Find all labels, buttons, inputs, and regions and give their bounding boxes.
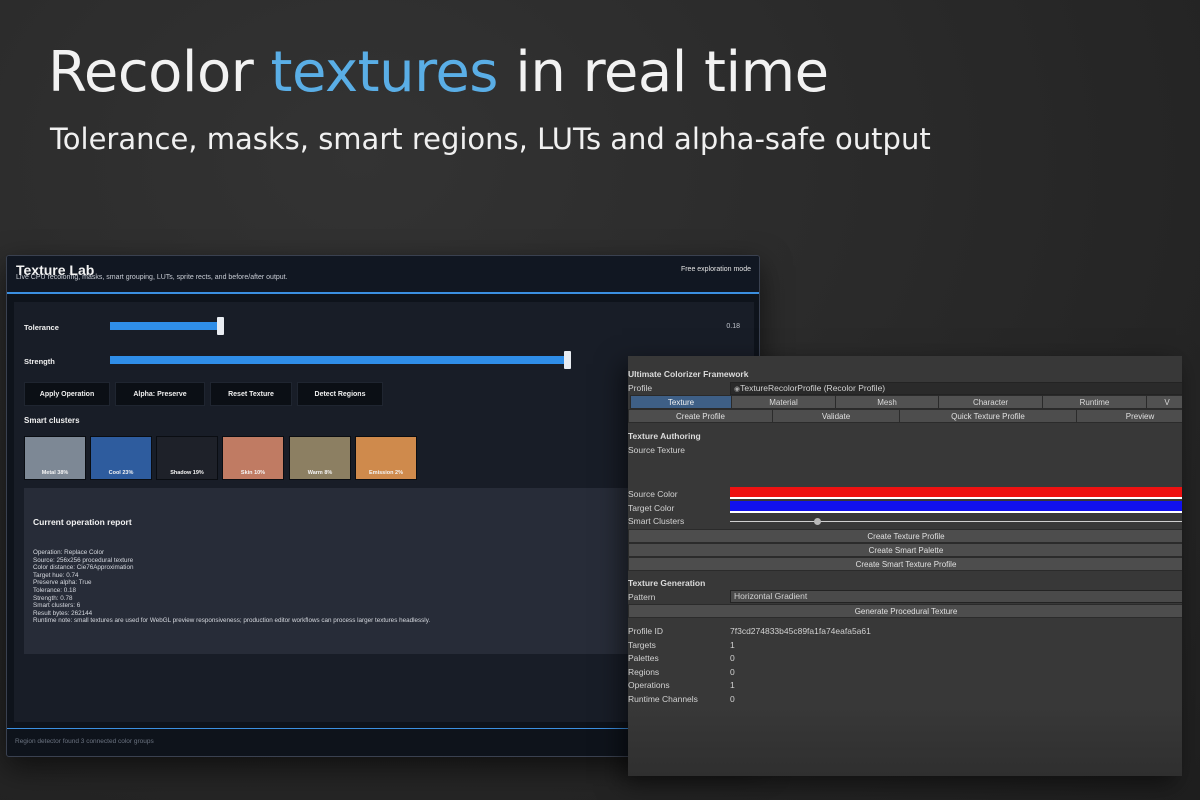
preview-button[interactable]: Preview (1076, 409, 1182, 423)
tab-mesh[interactable]: Mesh (835, 395, 939, 409)
hero-title-start: Recolor (48, 40, 271, 105)
runtime-channels-value: 0 (730, 694, 735, 704)
cluster-label: Cool 23% (108, 470, 134, 476)
create-texture-profile-button[interactable]: Create Texture Profile (628, 529, 1182, 543)
report-line: Preserve alpha: True (33, 579, 92, 587)
pattern-label: Pattern (628, 592, 656, 602)
cluster-label: Shadow 19% (170, 470, 204, 476)
create-smart-texture-profile-button[interactable]: Create Smart Texture Profile (628, 557, 1182, 571)
report-line: Source: 256x256 procedural texture (33, 556, 134, 564)
tolerance-slider-fill[interactable] (110, 322, 220, 330)
smart-clusters-label: Smart Clusters (628, 516, 685, 526)
hero-title-accent: textures (270, 40, 499, 105)
cluster-swatch-emission[interactable]: Emission 2% (355, 436, 417, 480)
apply-operation-button[interactable]: Apply Operation (24, 382, 110, 406)
tab-character[interactable]: Character (938, 395, 1043, 409)
hero-title: Recolor textures in real time (48, 40, 829, 105)
cluster-swatch-warm[interactable]: Warm 8% (289, 436, 351, 480)
lab-header: Texture Lab Live CPU recoloring, masks, … (7, 256, 759, 294)
target-color-field[interactable] (730, 501, 1182, 513)
tolerance-value: 0.18 (726, 323, 740, 330)
cluster-label: Emission 2% (369, 470, 403, 476)
strength-slider-handle[interactable] (564, 351, 571, 369)
tab-runtime[interactable]: Runtime (1042, 395, 1147, 409)
texture-authoring-heading: Texture Authoring (628, 431, 701, 441)
palettes-value: 0 (730, 653, 735, 663)
validate-button[interactable]: Validate (772, 409, 900, 423)
tolerance-slider-handle[interactable] (217, 317, 224, 335)
lab-subtitle: Live CPU recoloring, masks, smart groupi… (16, 274, 288, 281)
exploration-mode-label: Free exploration mode (680, 266, 751, 273)
report-line: Smart clusters: 6 (33, 602, 81, 610)
runtime-channels-label: Runtime Channels (628, 694, 698, 704)
report-title: Current operation report (33, 517, 132, 527)
hero-title-end: in real time (497, 40, 829, 105)
report-line: Operation: Replace Color (33, 549, 105, 556)
report-line: Color distance: Cie76Approximation (33, 564, 134, 572)
report-lines: Operation: Replace Color Source: 256x256… (33, 549, 430, 625)
status-footer: Region detector found 3 connected color … (15, 738, 154, 745)
generate-procedural-texture-button[interactable]: Generate Procedural Texture (628, 604, 1182, 618)
source-color-field[interactable] (730, 487, 1182, 499)
targets-value: 1 (730, 640, 735, 650)
cluster-label: Warm 8% (307, 470, 333, 476)
tab-overflow[interactable]: V (1146, 395, 1182, 409)
tolerance-label: Tolerance (24, 323, 59, 332)
strength-slider-fill[interactable] (110, 356, 567, 364)
profile-id-label: Profile ID (628, 626, 663, 636)
operations-label: Operations (628, 680, 670, 690)
operation-report-panel: Current operation report Operation: Repl… (24, 488, 644, 654)
profile-label: Profile (628, 383, 653, 393)
cluster-label: Metal 38% (41, 470, 69, 476)
panel-fade (628, 706, 1182, 776)
tab-texture[interactable]: Texture (630, 395, 732, 409)
cluster-swatch-skin[interactable]: Skin 10% (222, 436, 284, 480)
cluster-swatch-metal[interactable]: Metal 38% (24, 436, 86, 480)
regions-label: Regions (628, 667, 660, 677)
smart-clusters-heading: Smart clusters (24, 416, 80, 425)
pattern-dropdown[interactable]: Horizontal Gradient (730, 590, 1182, 603)
profile-object-field[interactable]: ◉TextureRecolorProfile (Recolor Profile) (730, 382, 1182, 395)
report-line: Runtime note: small textures are used fo… (33, 617, 431, 625)
palettes-label: Palettes (628, 653, 659, 663)
report-line: Strength: 0.78 (33, 594, 73, 602)
profile-id-value: 7f3cd274833b45c89fa1fa74eafa5a61 (730, 626, 871, 636)
operations-value: 1 (730, 680, 735, 690)
smart-clusters-slider-handle[interactable] (814, 518, 821, 525)
smart-clusters-slider-track[interactable] (730, 521, 1182, 522)
quick-texture-profile-button[interactable]: Quick Texture Profile (899, 409, 1077, 423)
hero-subtitle: Tolerance, masks, smart regions, LUTs an… (50, 122, 931, 156)
profile-value: TextureRecolorProfile (Recolor Profile) (740, 383, 886, 393)
source-color-label: Source Color (628, 489, 678, 499)
alpha-preserve-button[interactable]: Alpha: Preserve (115, 382, 205, 406)
regions-value: 0 (730, 667, 735, 677)
cluster-swatch-cool[interactable]: Cool 23% (90, 436, 152, 480)
report-line: Target hue: 0.74 (33, 571, 79, 579)
reset-texture-button[interactable]: Reset Texture (210, 382, 292, 406)
targets-label: Targets (628, 640, 656, 650)
cluster-swatch-shadow[interactable]: Shadow 19% (156, 436, 218, 480)
report-line: Result bytes: 262144 (33, 609, 93, 617)
create-smart-palette-button[interactable]: Create Smart Palette (628, 543, 1182, 557)
source-texture-label: Source Texture (628, 445, 686, 455)
report-line: Tolerance: 0.18 (33, 586, 77, 594)
target-color-label: Target Color (628, 503, 675, 513)
detect-regions-button[interactable]: Detect Regions (297, 382, 383, 406)
strength-label: Strength (24, 357, 55, 366)
inspector-panel: Ultimate Colorizer Framework Profile ◉Te… (628, 356, 1182, 776)
tab-material[interactable]: Material (731, 395, 836, 409)
create-profile-button[interactable]: Create Profile (628, 409, 773, 423)
inspector-title: Ultimate Colorizer Framework (628, 369, 749, 379)
texture-generation-heading: Texture Generation (628, 578, 706, 588)
cluster-label: Skin 10% (240, 470, 266, 476)
